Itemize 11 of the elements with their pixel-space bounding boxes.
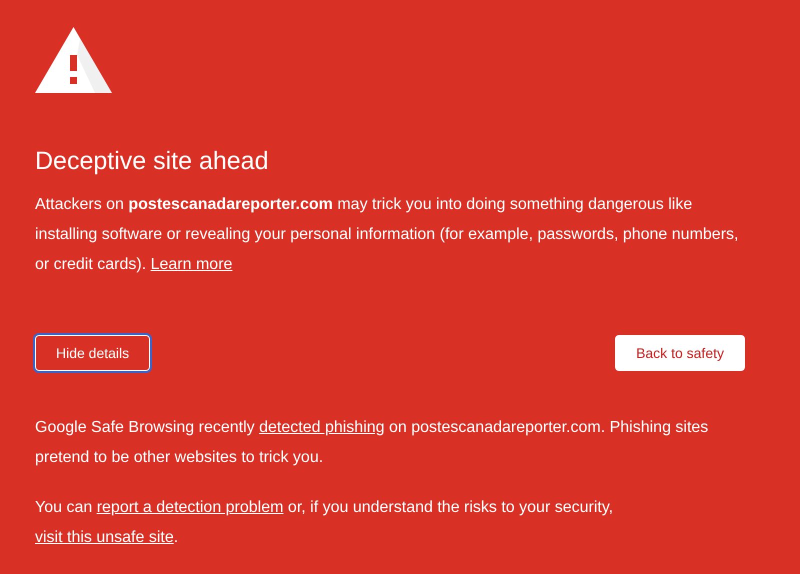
link[interactable]: report a detection problem [96, 498, 284, 516]
link[interactable]: detected phishing [259, 418, 385, 436]
details-paragraph: Google Safe Browsing recently detected phishing on postescanadareporter.com. Phishing sites pretend to be other websites to trick you. [35, 418, 710, 468]
details-paragraph: You can report a detection problem or, if you understand the risks to your security, visit this unsafe site. [35, 498, 614, 548]
link[interactable]: visit this unsafe site [35, 528, 174, 546]
details-button[interactable]: Hide details [35, 334, 150, 370]
warning-icon [35, 27, 112, 93]
warning-message: Attackers on postescanadareporter.com may trick you into doing something dangerous like installing software or revealing your personal information (for example, passwords, phone numbers, or credit cards). Learn more [35, 194, 740, 274]
back-button[interactable]: Back to safety [615, 334, 745, 370]
page-heading: Deceptive site ahead [35, 146, 270, 177]
link[interactable]: Learn more [150, 256, 232, 272]
